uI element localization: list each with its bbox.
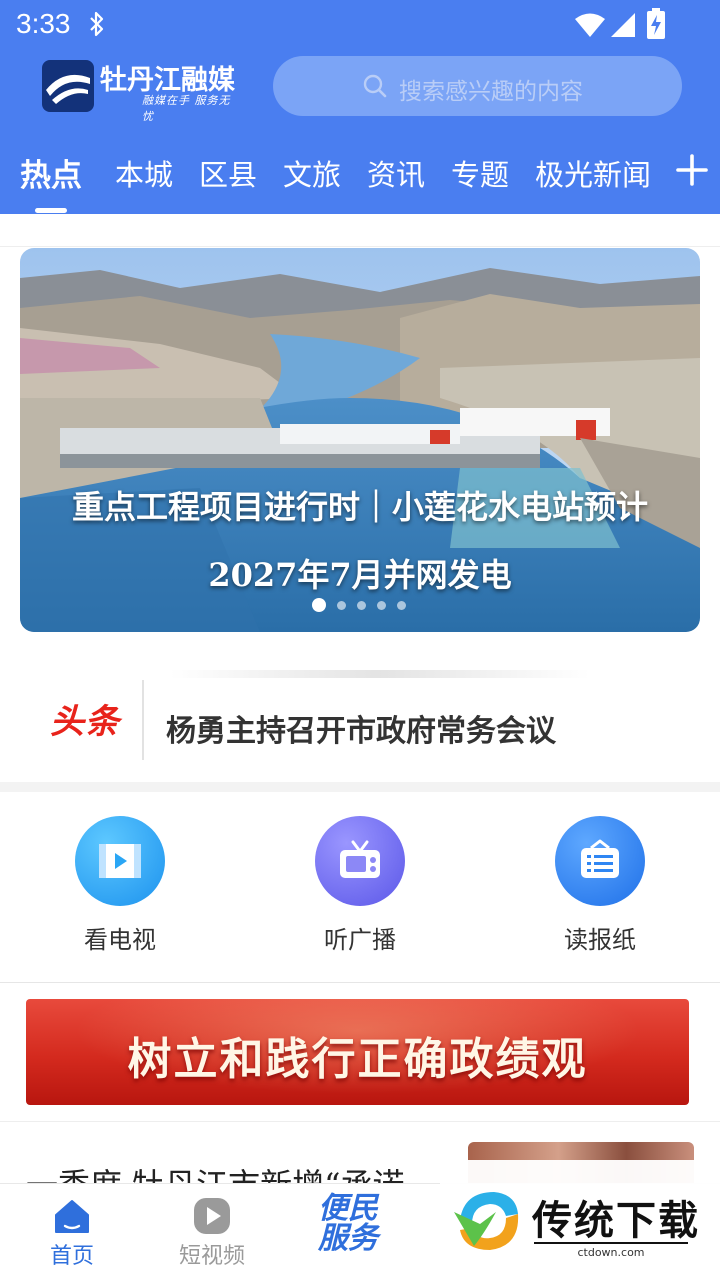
bluetooth-icon [90,11,104,37]
status-time: 3:33 [16,8,71,39]
signal-icon [611,13,635,37]
divider [0,246,720,247]
carousel-dot[interactable] [337,601,346,610]
video-icon [75,816,165,906]
tab-county[interactable]: 区县 [199,152,257,194]
active-tab-indicator [35,208,67,213]
tab-info[interactable]: 资讯 [367,152,425,194]
section-gap [0,782,720,792]
divider [0,982,720,983]
nav-short-video[interactable]: 短视频 [140,1184,280,1280]
headline-divider [142,680,144,760]
channel-tabs: 热点 本城 区县 文旅 资讯 专题 极光新闻 [0,148,720,213]
nav-label-short-video: 短视频 [178,1244,245,1269]
carousel-dot[interactable] [357,601,366,610]
tab-hot[interactable]: 热点 [20,150,82,195]
search-placeholder: 搜索感兴趣的内容 [399,79,583,105]
nav-label-home: 首页 [49,1244,94,1269]
logo-slogan: 融媒在手 服务无忧 [142,94,231,123]
tab-special[interactable]: 专题 [451,152,509,194]
wifi-icon [575,13,605,37]
carousel-dot[interactable] [377,601,386,610]
watermark-url: ctdown.com [534,1242,688,1259]
quick-item-newspaper[interactable]: 读报纸 [520,816,680,966]
status-bar: 3:33 [0,0,720,50]
watermark-logo-icon [454,1192,519,1250]
app-logo[interactable]: 牡丹江融媒 融媒在手 服务无忧 [42,58,242,123]
quick-item-radio[interactable]: 听广播 [280,816,440,966]
logo-emblem-icon [42,60,94,112]
carousel-dots [312,598,412,612]
quick-entries: 看电视 听广播 读报纸 [0,792,720,982]
app-header: 3:33 牡丹江融媒 融媒在手 服务无忧 搜索感兴趣的内容 热点 本城 区县 文… [0,0,720,214]
add-channel-icon[interactable] [674,152,710,188]
promo-text: 树立和践行正确政绩观 [127,1034,588,1085]
carousel-dot[interactable] [312,598,326,612]
search-icon [363,74,387,98]
newspaper-icon [555,816,645,906]
quick-label-radio: 听广播 [324,926,396,954]
headline-scroll-fade [170,670,590,678]
divider [0,1121,720,1122]
quick-label-tv: 看电视 [84,926,156,954]
tab-city[interactable]: 本城 [115,152,173,194]
nav-service-button[interactable]: 便民 服务 [308,1194,388,1254]
headline-tag: 头条 [50,702,120,742]
site-watermark: 传统下载 ctdown.com [440,1160,720,1280]
headline-ticker[interactable]: 头条 杨勇主持召开市政府常务会议 [0,670,720,780]
banner-carousel[interactable]: 重点工程项目进行时｜小莲花水电站预计 2027年7月并网发电 [20,248,700,632]
carousel-dot[interactable] [397,601,406,610]
quick-item-tv[interactable]: 看电视 [40,816,200,966]
promo-banner[interactable]: 树立和践行正确政绩观 [26,999,689,1105]
banner-caption-line1: 重点工程项目进行时｜小莲花水电站预计 [71,488,648,526]
home-icon [55,1200,89,1233]
search-bar[interactable]: 搜索感兴趣的内容 [273,56,682,116]
battery-charging-icon [647,8,665,39]
tab-aurora-news[interactable]: 极光新闻 [535,152,651,194]
play-icon [194,1198,230,1234]
banner-caption-line2: 2027年7月并网发电 [208,556,512,594]
nav-home[interactable]: 首页 [0,1184,140,1280]
quick-label-newspaper: 读报纸 [564,926,636,954]
headline-text[interactable]: 杨勇主持召开市政府常务会议 [166,706,556,750]
radio-icon [315,816,405,906]
tab-culture-travel[interactable]: 文旅 [283,152,341,194]
watermark-text: 传统下载 [532,1198,700,1244]
